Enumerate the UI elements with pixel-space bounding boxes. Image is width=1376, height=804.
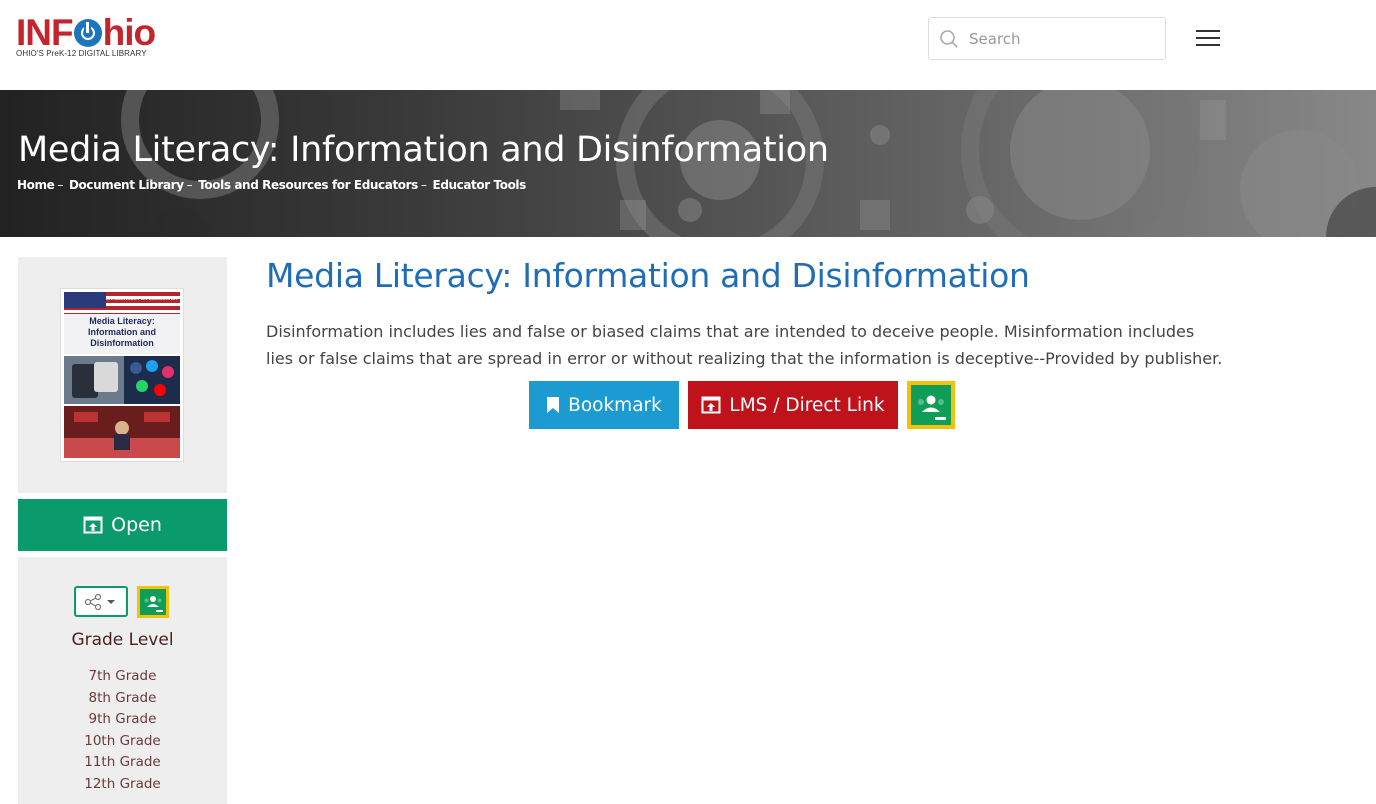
grade-item: 8th Grade (88, 689, 157, 706)
breadcrumb: Home – Document Library – Tools and Resource… (17, 178, 526, 192)
infohio-logo[interactable]: INF hio OHIO'S PreK-12 DIGITAL LIBRARY (16, 14, 176, 62)
share-dropdown-button[interactable] (74, 586, 128, 617)
breadcrumb-home[interactable]: Home (17, 178, 55, 192)
banner-title: Media Literacy: Information and Disinfor… (18, 130, 829, 170)
breadcrumb-educator-tools[interactable]: Educator Tools (433, 178, 527, 192)
svg-text:Disinformation: Disinformation (90, 338, 154, 348)
page-banner: Media Literacy: Information and Disinfor… (0, 90, 1376, 237)
search-box[interactable] (928, 17, 1166, 60)
book-cover-image: CHALLENGES FOR DEMOCRACY Media Literacy:… (64, 292, 180, 458)
resource-description: Disinformation includes lies and false o… (266, 322, 1223, 368)
svg-text:CHALLENGES FOR DEMOCRACY: CHALLENGES FOR DEMOCRACY (106, 296, 179, 301)
power-icon (73, 19, 102, 47)
open-button[interactable]: Open (18, 499, 227, 551)
google-classroom-icon (907, 381, 955, 429)
grade-item: 7th Grade (88, 668, 157, 684)
svg-text:Information and: Information and (88, 327, 156, 337)
grade-item: 10th Grade (84, 732, 161, 749)
search-input[interactable] (969, 29, 1149, 48)
site-header: INF hio OHIO'S PreK-12 DIGITAL LIBRARY (0, 0, 1376, 90)
open-external-icon (701, 396, 721, 414)
book-cover[interactable]: CHALLENGES FOR DEMOCRACY Media Literacy:… (60, 288, 184, 462)
open-button-label: Open (111, 514, 162, 536)
google-classroom-icon[interactable] (137, 586, 169, 618)
search-icon[interactable] (929, 29, 969, 49)
share-icon (84, 593, 115, 610)
google-classroom-share-button[interactable] (907, 381, 955, 429)
bookmark-button[interactable]: Bookmark (529, 381, 679, 429)
grade-list: 7th Grade 8th Grade 9th Grade 10th Grade… (18, 666, 227, 795)
bookmark-button-label: Bookmark (568, 394, 662, 416)
hamburger-menu-icon[interactable] (1196, 30, 1220, 48)
grade-item: 11th Grade (84, 754, 161, 770)
lms-button-label: LMS / Direct Link (729, 394, 885, 416)
svg-text:Media Literacy:: Media Literacy: (89, 316, 155, 326)
logo-wordmark: INF hio (16, 12, 156, 53)
grade-item: 9th Grade (88, 711, 157, 727)
bookmark-icon (547, 397, 560, 413)
grade-item: 12th Grade (84, 775, 161, 792)
resource-title: Media Literacy: Information and Disinfor… (266, 256, 1030, 295)
open-external-icon (83, 516, 103, 534)
lms-direct-link-button[interactable]: LMS / Direct Link (688, 381, 898, 429)
grade-level-title: Grade Level (71, 630, 174, 650)
breadcrumb-document-library[interactable]: Document Library (69, 178, 184, 192)
breadcrumb-tools-resources[interactable]: Tools and Resources for Educators (198, 178, 418, 192)
